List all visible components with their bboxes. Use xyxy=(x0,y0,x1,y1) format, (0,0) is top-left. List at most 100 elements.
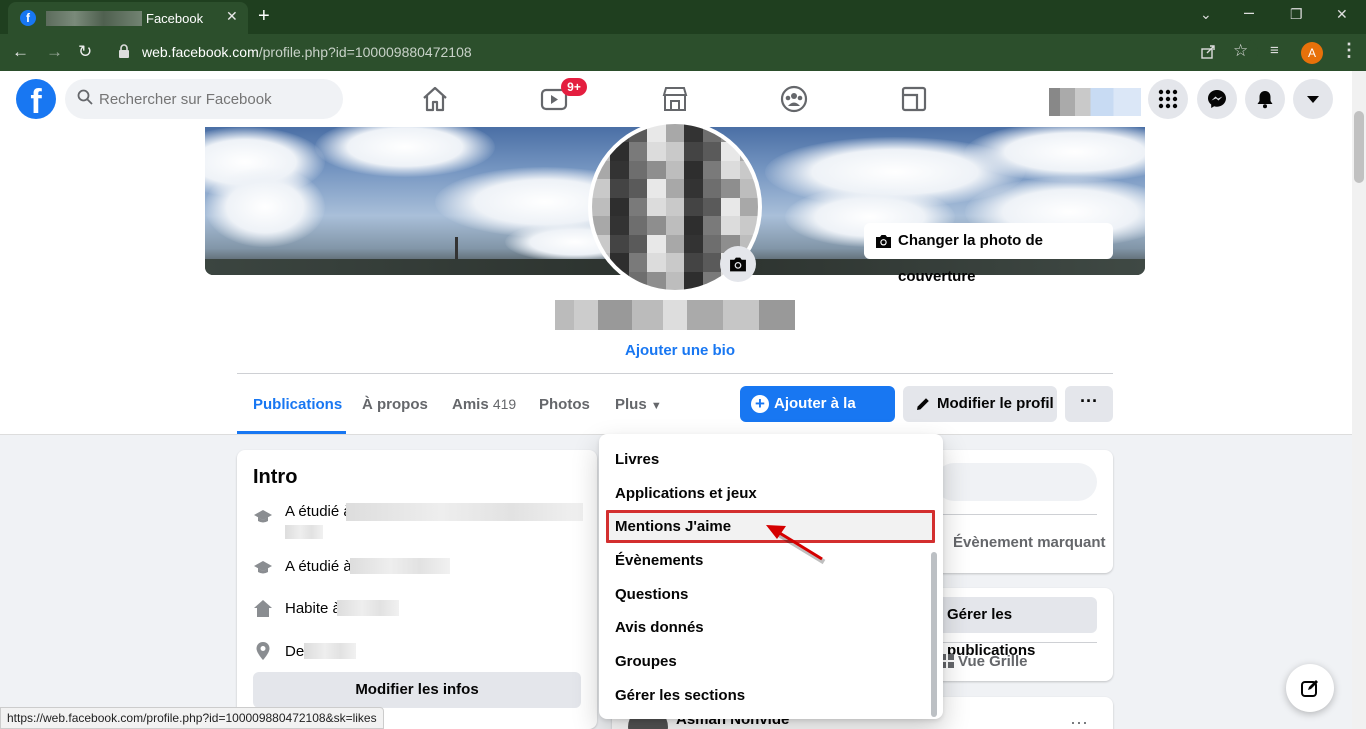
menu-item-apps-games[interactable]: Applications et jeux xyxy=(615,485,757,502)
card-divider xyxy=(935,514,1097,515)
tab-close-icon[interactable]: ✕ xyxy=(226,8,238,25)
lock-icon[interactable] xyxy=(118,44,130,59)
change-cover-button[interactable]: Changer la photo de couverture xyxy=(864,223,1113,285)
mosaic-cell xyxy=(665,234,685,254)
blurred-school xyxy=(350,558,450,574)
search-icon xyxy=(77,89,93,105)
update-profile-picture-button[interactable] xyxy=(720,246,756,282)
menu-item-questions[interactable]: Questions xyxy=(615,586,688,603)
mosaic-cell xyxy=(739,216,758,235)
manage-posts-button[interactable]: Gérer les publications xyxy=(935,597,1097,659)
new-message-button[interactable] xyxy=(1286,664,1334,712)
more-options-button[interactable]: ··· xyxy=(1065,386,1113,422)
mosaic-cell xyxy=(665,216,685,235)
mosaic-cell xyxy=(610,160,629,180)
mosaic-cell xyxy=(665,197,685,217)
add-bio-link[interactable]: Ajouter une bio xyxy=(625,342,735,359)
browser-menu-icon[interactable]: ⋮ xyxy=(1340,40,1358,61)
menu-grid-button[interactable] xyxy=(1148,79,1188,119)
add-to-story-button[interactable]: +Ajouter à la story xyxy=(740,386,895,448)
menu-item-books[interactable]: Livres xyxy=(615,451,659,468)
tab-search-icon[interactable]: ⌄ xyxy=(1200,6,1212,23)
mosaic-cell xyxy=(628,234,648,254)
menu-item-events[interactable]: Évènements xyxy=(615,552,703,569)
tab-about[interactable]: À propos xyxy=(362,396,428,413)
mosaic-cell xyxy=(610,234,629,254)
mosaic-cell xyxy=(647,142,666,161)
page-scrollbar[interactable] xyxy=(1352,71,1366,729)
home-nav-icon[interactable] xyxy=(420,84,450,114)
mosaic-cell xyxy=(739,197,758,217)
tab-more[interactable]: Plus ▼ xyxy=(615,396,662,413)
browser-tab[interactable]: f Facebook ✕ xyxy=(8,2,248,34)
profile-name-blurred xyxy=(555,300,795,330)
blurred-school-line2 xyxy=(285,525,323,539)
reload-icon[interactable]: ↻ xyxy=(78,42,92,62)
gaming-nav-icon[interactable] xyxy=(899,84,929,114)
search-input[interactable] xyxy=(99,79,329,119)
back-icon[interactable]: ← xyxy=(12,42,29,62)
mosaic-cell xyxy=(647,234,666,254)
intro-row-text: A étudié à xyxy=(285,558,352,575)
home-icon xyxy=(254,600,272,617)
minimize-icon[interactable]: – xyxy=(1244,2,1254,23)
tab-photos[interactable]: Photos xyxy=(539,396,590,413)
mosaic-cell xyxy=(684,271,703,290)
mosaic-cell xyxy=(610,142,629,161)
profile-shortcut-blurred[interactable] xyxy=(1049,88,1141,116)
mosaic-cell xyxy=(628,160,648,180)
mosaic-cell xyxy=(647,160,666,180)
bookmark-star-icon[interactable]: ☆ xyxy=(1233,41,1248,61)
menu-item-likes[interactable]: Mentions J'aime xyxy=(615,518,731,535)
mosaic-cell xyxy=(684,142,703,161)
url-text[interactable]: web.facebook.com/profile.php?id=10000988… xyxy=(142,44,472,60)
restore-icon[interactable]: ❐ xyxy=(1290,6,1303,23)
graduation-cap-icon xyxy=(254,510,272,523)
url-path: /profile.php?id=100009880472108 xyxy=(258,44,472,60)
edit-profile-button[interactable]: Modifier le profil xyxy=(903,386,1057,422)
mosaic-cell xyxy=(610,179,629,198)
camera-icon xyxy=(876,235,891,248)
groups-nav-icon[interactable] xyxy=(779,84,809,114)
mosaic-cell xyxy=(665,271,685,290)
new-tab-button[interactable]: + xyxy=(258,5,270,28)
life-event-button[interactable]: Évènement marquant xyxy=(953,534,1106,551)
post-options-icon[interactable]: ··· xyxy=(1070,712,1088,729)
media-control-icon[interactable]: ≡ xyxy=(1270,42,1279,59)
mosaic-cell xyxy=(628,253,648,272)
caret-down-icon: ▼ xyxy=(650,400,662,412)
share-icon[interactable] xyxy=(1200,44,1216,60)
facebook-favicon-icon: f xyxy=(20,10,36,26)
window-close-icon[interactable]: ✕ xyxy=(1336,6,1348,23)
mosaic-cell xyxy=(702,160,722,180)
mosaic-cell xyxy=(628,216,648,235)
facebook-logo-icon[interactable]: f xyxy=(16,79,56,119)
account-menu-button[interactable] xyxy=(1293,79,1333,119)
card-divider xyxy=(935,642,1097,643)
mosaic-cell xyxy=(702,197,722,217)
tab-friends[interactable]: Amis 419 xyxy=(452,396,516,413)
edit-info-button[interactable]: Modifier les infos xyxy=(253,672,581,708)
mosaic-cell xyxy=(665,142,685,161)
grid-view-label: Vue Grille xyxy=(958,653,1028,670)
tab-publications[interactable]: Publications xyxy=(253,396,342,413)
friends-count: 419 xyxy=(492,396,517,412)
mosaic-cell xyxy=(702,179,722,198)
watch-notification-badge: 9+ xyxy=(561,78,587,96)
notifications-button[interactable] xyxy=(1245,79,1285,119)
menu-scrollbar[interactable] xyxy=(931,552,937,717)
mosaic-cell xyxy=(647,124,666,143)
forward-icon[interactable]: → xyxy=(46,42,63,62)
scrollbar-thumb[interactable] xyxy=(1354,111,1364,183)
menu-item-manage-sections[interactable]: Gérer les sections xyxy=(615,687,745,704)
marketplace-nav-icon[interactable] xyxy=(660,84,690,114)
messenger-button[interactable] xyxy=(1197,79,1237,119)
menu-item-reviews[interactable]: Avis donnés xyxy=(615,619,704,636)
search-box[interactable] xyxy=(65,79,343,119)
post-composer-input[interactable] xyxy=(935,463,1097,501)
tab-blurred-notification xyxy=(46,11,142,26)
mosaic-cell xyxy=(684,124,703,143)
browser-profile-avatar[interactable]: A xyxy=(1301,42,1323,64)
menu-item-groups[interactable]: Groupes xyxy=(615,653,677,670)
grid-view-button[interactable]: Vue Grille xyxy=(940,653,1027,670)
